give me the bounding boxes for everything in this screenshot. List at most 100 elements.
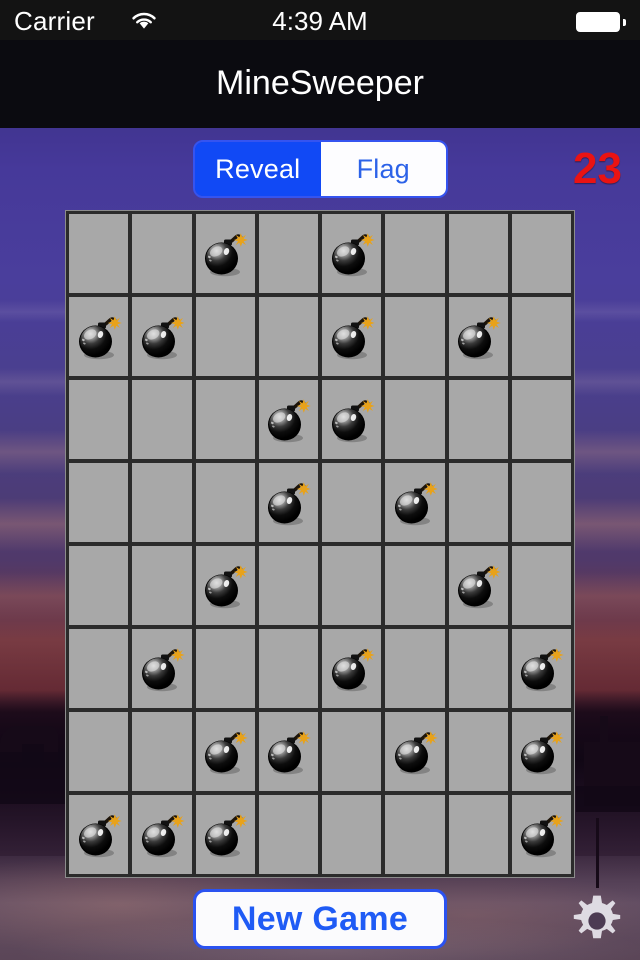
board-cell[interactable] [448,463,508,542]
board-cell[interactable] [385,380,445,459]
silhouette-pole-right [596,818,599,888]
board-cell[interactable] [132,629,192,708]
board-cell[interactable] [448,712,508,791]
minesweeper-board[interactable] [65,210,575,878]
board-cell[interactable] [195,712,255,791]
board-cell[interactable] [385,214,445,293]
board-cell[interactable] [448,214,508,293]
board-cell[interactable] [258,712,318,791]
board-cell[interactable] [322,214,382,293]
mode-segmented-control[interactable]: Reveal Flag [193,140,448,198]
bomb-icon [452,563,502,613]
silhouette-house-left [22,744,44,764]
board-cell[interactable] [511,380,571,459]
navigation-bar: MineSweeper [0,40,640,128]
page-title: MineSweeper [216,64,424,102]
board-cell[interactable] [511,795,571,874]
board-cell[interactable] [385,463,445,542]
app-root: Carrier 4:39 AM MineSweeper Reveal Flag … [0,0,640,960]
new-game-button[interactable]: New Game [193,889,447,949]
bomb-icon [326,646,376,696]
board-cell[interactable] [322,795,382,874]
board-cell[interactable] [195,463,255,542]
board-cell[interactable] [132,297,192,376]
silhouette-mast-right [600,716,608,756]
board-cell[interactable] [258,629,318,708]
bomb-icon [515,646,565,696]
board-cell[interactable] [385,795,445,874]
bomb-icon [515,729,565,779]
board-cell[interactable] [69,712,129,791]
board-cell[interactable] [69,629,129,708]
board-cell[interactable] [385,629,445,708]
board-cell[interactable] [258,214,318,293]
board-cell[interactable] [322,297,382,376]
board-cell[interactable] [258,546,318,625]
board-cell[interactable] [132,795,192,874]
battery-full-icon [576,12,626,32]
board-cell[interactable] [385,712,445,791]
board-cell[interactable] [69,463,129,542]
board-cell[interactable] [69,380,129,459]
board-cell[interactable] [511,463,571,542]
board-cell[interactable] [322,712,382,791]
board-cell[interactable] [258,297,318,376]
bomb-icon [136,812,186,862]
board-cell[interactable] [258,463,318,542]
board-cell[interactable] [195,380,255,459]
board-cell[interactable] [322,463,382,542]
board-cell[interactable] [195,214,255,293]
board-cell[interactable] [195,795,255,874]
silhouette-dock-right [576,786,640,812]
board-cell[interactable] [448,297,508,376]
segment-reveal[interactable]: Reveal [195,142,321,196]
board-cell[interactable] [132,214,192,293]
board-cell[interactable] [69,297,129,376]
bomb-icon [262,397,312,447]
board-cell[interactable] [195,297,255,376]
board-cell[interactable] [448,380,508,459]
board-cell[interactable] [132,380,192,459]
status-bar: Carrier 4:39 AM [0,0,640,40]
board-cell[interactable] [69,214,129,293]
board-cell[interactable] [511,214,571,293]
board-cell[interactable] [385,297,445,376]
bomb-icon [73,314,123,364]
bomb-icon [452,314,502,364]
board-cell[interactable] [448,629,508,708]
board-cell[interactable] [322,380,382,459]
board-cell[interactable] [132,712,192,791]
segment-flag[interactable]: Flag [320,142,446,196]
bomb-icon [199,563,249,613]
board-cell[interactable] [511,629,571,708]
bomb-icon [199,812,249,862]
board-cell[interactable] [385,546,445,625]
board-cell[interactable] [69,546,129,625]
board-cell[interactable] [132,463,192,542]
bomb-icon [326,231,376,281]
board-cell[interactable] [511,297,571,376]
board-cell[interactable] [258,795,318,874]
board-cell[interactable] [448,795,508,874]
mine-counter: 23 [573,144,622,193]
board-cell[interactable] [322,546,382,625]
board-cell[interactable] [195,546,255,625]
bomb-icon [389,480,439,530]
board-cell[interactable] [511,546,571,625]
board-cell[interactable] [448,546,508,625]
board-cell[interactable] [69,795,129,874]
bomb-icon [262,729,312,779]
bomb-icon [199,729,249,779]
board-cell[interactable] [258,380,318,459]
bomb-icon [326,397,376,447]
gear-icon[interactable] [568,892,626,950]
new-game-label: New Game [231,899,409,938]
bomb-icon [73,812,123,862]
board-cell[interactable] [132,546,192,625]
status-time: 4:39 AM [272,6,368,36]
bomb-icon [136,314,186,364]
board-cell[interactable] [322,629,382,708]
bomb-icon [515,812,565,862]
board-cell[interactable] [511,712,571,791]
board-cell[interactable] [195,629,255,708]
